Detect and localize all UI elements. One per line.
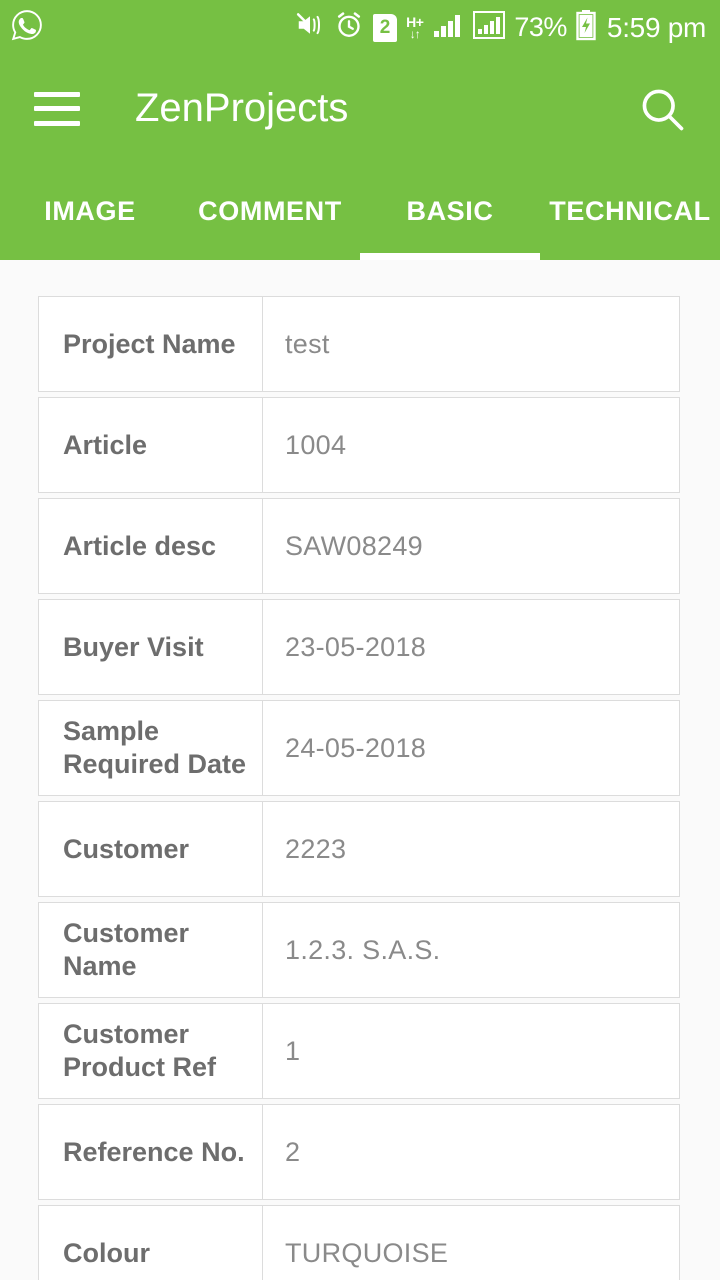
battery-charging-icon	[576, 9, 596, 46]
detail-label-cell: Sample Required Date	[39, 701, 263, 795]
signal-bars-icon-1	[432, 11, 464, 44]
search-icon[interactable]	[634, 81, 690, 137]
detail-label-cell: Article desc	[39, 499, 263, 593]
tab-basic[interactable]: BASIC	[360, 162, 540, 260]
detail-label-cell: Colour	[39, 1206, 263, 1280]
tab-image[interactable]: IMAGE	[0, 162, 180, 260]
detail-label-cell: Reference No.	[39, 1105, 263, 1199]
tab-image-label: IMAGE	[44, 195, 136, 226]
tab-comment-label: COMMENT	[198, 195, 342, 226]
hamburger-menu-icon[interactable]	[34, 91, 80, 126]
detail-value: 1.2.3. S.A.S.	[285, 934, 441, 965]
tab-technical-label: TECHNICAL	[549, 195, 711, 226]
detail-label: Sample Required Date	[63, 716, 247, 779]
table-row: Colour TURQUOISE	[38, 1205, 680, 1280]
detail-label-cell: Project Name	[39, 297, 263, 391]
sim-card-icon: 2	[373, 13, 398, 42]
detail-value-cell: test	[263, 297, 679, 391]
table-row: Sample Required Date 24-05-2018	[38, 700, 680, 796]
detail-value-cell: 24-05-2018	[263, 701, 679, 795]
signal-bars-icon-2	[473, 10, 506, 45]
table-row: Article 1004	[38, 397, 680, 493]
alarm-icon	[334, 10, 364, 45]
basic-details-panel: Project Name test Article 1004 Article desc S…	[0, 260, 720, 1280]
detail-label: Reference No.	[63, 1136, 245, 1167]
detail-label-cell: Customer Product Ref	[39, 1004, 263, 1098]
table-row: Project Name test	[38, 296, 680, 392]
detail-value-cell: 2223	[263, 802, 679, 896]
status-system-icons: 2 H+ ↓↑ 73% 5:59 pm	[295, 9, 706, 46]
tab-comment[interactable]: COMMENT	[180, 162, 360, 260]
app-title: ZenProjects	[135, 86, 349, 130]
hamburger-bar-3	[34, 120, 80, 126]
detail-value-cell: 23-05-2018	[263, 600, 679, 694]
sim-card-number: 2	[379, 17, 391, 38]
hplus-data-icon: H+ ↓↑	[406, 15, 424, 41]
detail-label: Customer	[63, 833, 190, 864]
detail-label: Article desc	[63, 530, 217, 561]
detail-label-cell: Customer	[39, 802, 263, 896]
detail-label: Customer Product Ref	[63, 1019, 217, 1082]
table-row: Customer Product Ref 1	[38, 1003, 680, 1099]
detail-value-cell: 2	[263, 1105, 679, 1199]
status-bar: 2 H+ ↓↑ 73% 5:59 pm	[0, 0, 720, 55]
detail-label: Buyer Visit	[63, 631, 204, 662]
detail-label-cell: Article	[39, 398, 263, 492]
detail-value-cell: 1.2.3. S.A.S.	[263, 903, 679, 997]
detail-label: Article	[63, 429, 148, 460]
detail-value: TURQUOISE	[285, 1237, 449, 1268]
hamburger-bar-1	[34, 91, 80, 97]
detail-value-cell: 1004	[263, 398, 679, 492]
detail-value: 24-05-2018	[285, 732, 427, 763]
table-row: Reference No. 2	[38, 1104, 680, 1200]
hamburger-bar-2	[34, 106, 80, 111]
table-row: Customer 2223	[38, 801, 680, 897]
detail-value-cell: SAW08249	[263, 499, 679, 593]
detail-label: Customer Name	[63, 918, 190, 981]
detail-value: 1	[285, 1035, 301, 1066]
detail-value: SAW08249	[285, 530, 423, 561]
battery-percent-label: 73%	[514, 12, 567, 42]
table-row: Buyer Visit 23-05-2018	[38, 599, 680, 695]
status-clock: 5:59 pm	[606, 11, 706, 43]
detail-value-cell: TURQUOISE	[263, 1206, 679, 1280]
tab-technical[interactable]: TECHNICAL	[540, 162, 720, 260]
detail-value: 2	[285, 1136, 301, 1167]
table-row: Customer Name 1.2.3. S.A.S.	[38, 902, 680, 998]
detail-value-cell: 1	[263, 1004, 679, 1098]
detail-value: test	[285, 328, 330, 359]
hplus-arrows: ↓↑	[409, 27, 421, 41]
detail-value: 1004	[285, 429, 347, 460]
tab-basic-label: BASIC	[406, 195, 494, 226]
whatsapp-icon	[10, 8, 44, 47]
app-bar: ZenProjects	[0, 55, 720, 162]
detail-value: 23-05-2018	[285, 631, 427, 662]
tab-bar: IMAGE COMMENT BASIC TECHNICAL	[0, 162, 720, 260]
table-row: Article desc SAW08249	[38, 498, 680, 594]
detail-value: 2223	[285, 833, 347, 864]
detail-label: Colour	[63, 1237, 150, 1268]
detail-label-cell: Buyer Visit	[39, 600, 263, 694]
detail-label: Project Name	[63, 328, 236, 359]
mute-vibrate-icon	[295, 10, 325, 45]
detail-label-cell: Customer Name	[39, 903, 263, 997]
status-notification-icons	[10, 8, 44, 47]
detail-table: Project Name test Article 1004 Article desc S…	[38, 296, 680, 1280]
